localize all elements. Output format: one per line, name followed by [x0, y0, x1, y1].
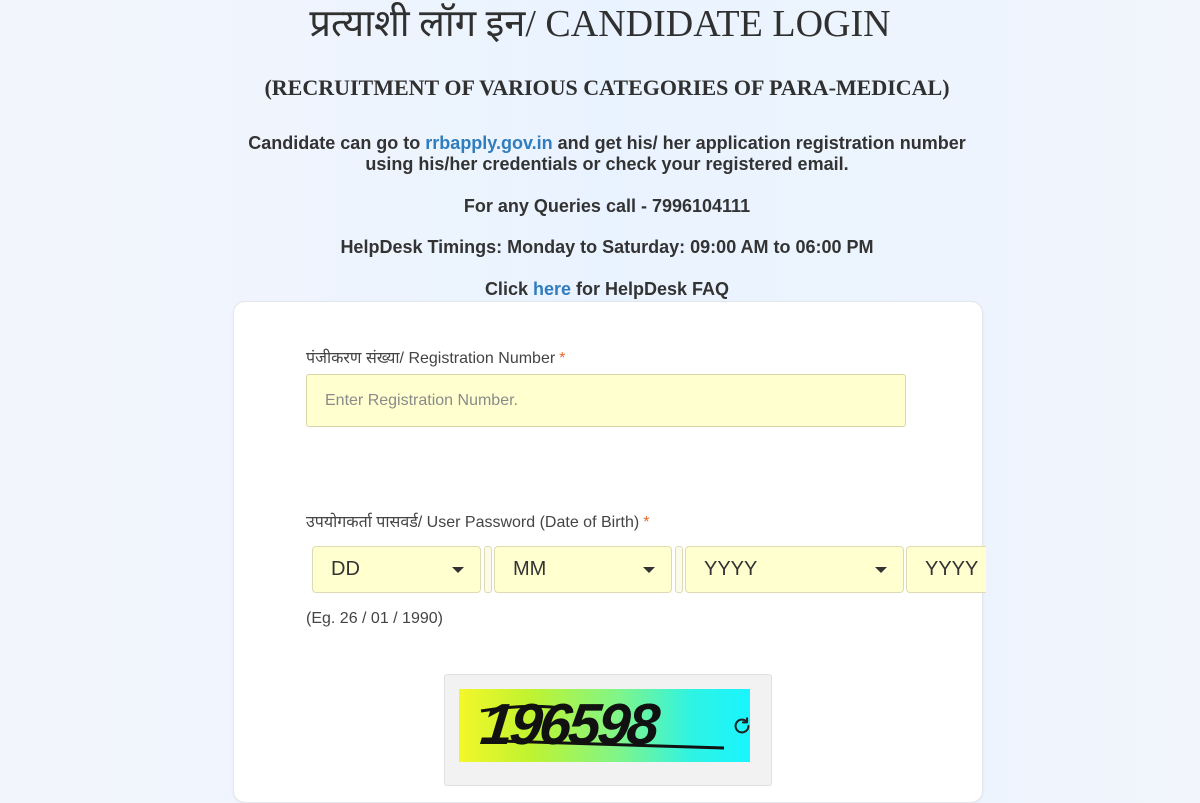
chevron-down-icon	[643, 567, 655, 573]
captcha-noise-line	[480, 704, 725, 750]
registration-number-input[interactable]	[306, 374, 906, 427]
day-select-value: DD	[331, 558, 360, 580]
year-confirm-select[interactable]: YYYY	[906, 546, 986, 593]
info-line-1: Candidate can go to rrbapply.gov.in and …	[0, 133, 1200, 154]
password-label: उपयोगकर्ता पासवर्ड/ User Password (Date …	[306, 510, 649, 532]
faq-suffix: for HelpDesk FAQ	[571, 279, 730, 299]
registration-label-text: पंजीकरण संख्या/ Registration Number	[306, 350, 556, 367]
chevron-down-icon	[875, 567, 887, 573]
password-label-text: उपयोगकर्ता पासवर्ड/ User Password (Date …	[306, 514, 640, 531]
select-divider	[675, 546, 683, 593]
captcha-image: 196598	[459, 689, 750, 762]
registration-label: पंजीकरण संख्या/ Registration Number *	[306, 346, 565, 368]
faq-line: Click here for HelpDesk FAQ	[0, 279, 1200, 300]
year-select[interactable]: YYYY	[685, 546, 904, 593]
helpdesk-timings: HelpDesk Timings: Monday to Saturday: 09…	[340, 237, 874, 257]
year-select-value: YYYY	[704, 558, 758, 580]
refresh-icon[interactable]	[731, 715, 753, 737]
rrbapply-link[interactable]: rrbapply.gov.in	[425, 133, 552, 153]
day-select[interactable]: DD	[312, 546, 481, 593]
dob-example: (Eg. 26 / 01 / 1990)	[306, 610, 443, 627]
month-select-value: MM	[513, 558, 547, 580]
info-line-2: using his/her credentials or check your …	[365, 154, 849, 174]
info-line-1-suffix: and get his/ her application registratio…	[552, 133, 966, 153]
month-select[interactable]: MM	[494, 546, 672, 593]
page-title: प्रत्याशी लॉग इन/ CANDIDATE LOGIN	[309, 3, 891, 45]
select-divider	[484, 546, 492, 593]
faq-link[interactable]: here	[533, 279, 571, 299]
queries-line: For any Queries call - 7996104111	[463, 196, 751, 216]
required-mark: *	[559, 350, 566, 367]
chevron-down-icon	[452, 567, 464, 573]
required-mark: *	[643, 514, 650, 531]
page-subtitle: (RECRUITMENT OF VARIOUS CATEGORIES OF PA…	[264, 75, 950, 100]
year-confirm-value: YYYY	[925, 558, 979, 580]
faq-prefix: Click	[484, 279, 533, 299]
info-line-1-prefix: Candidate can go to	[248, 133, 426, 153]
